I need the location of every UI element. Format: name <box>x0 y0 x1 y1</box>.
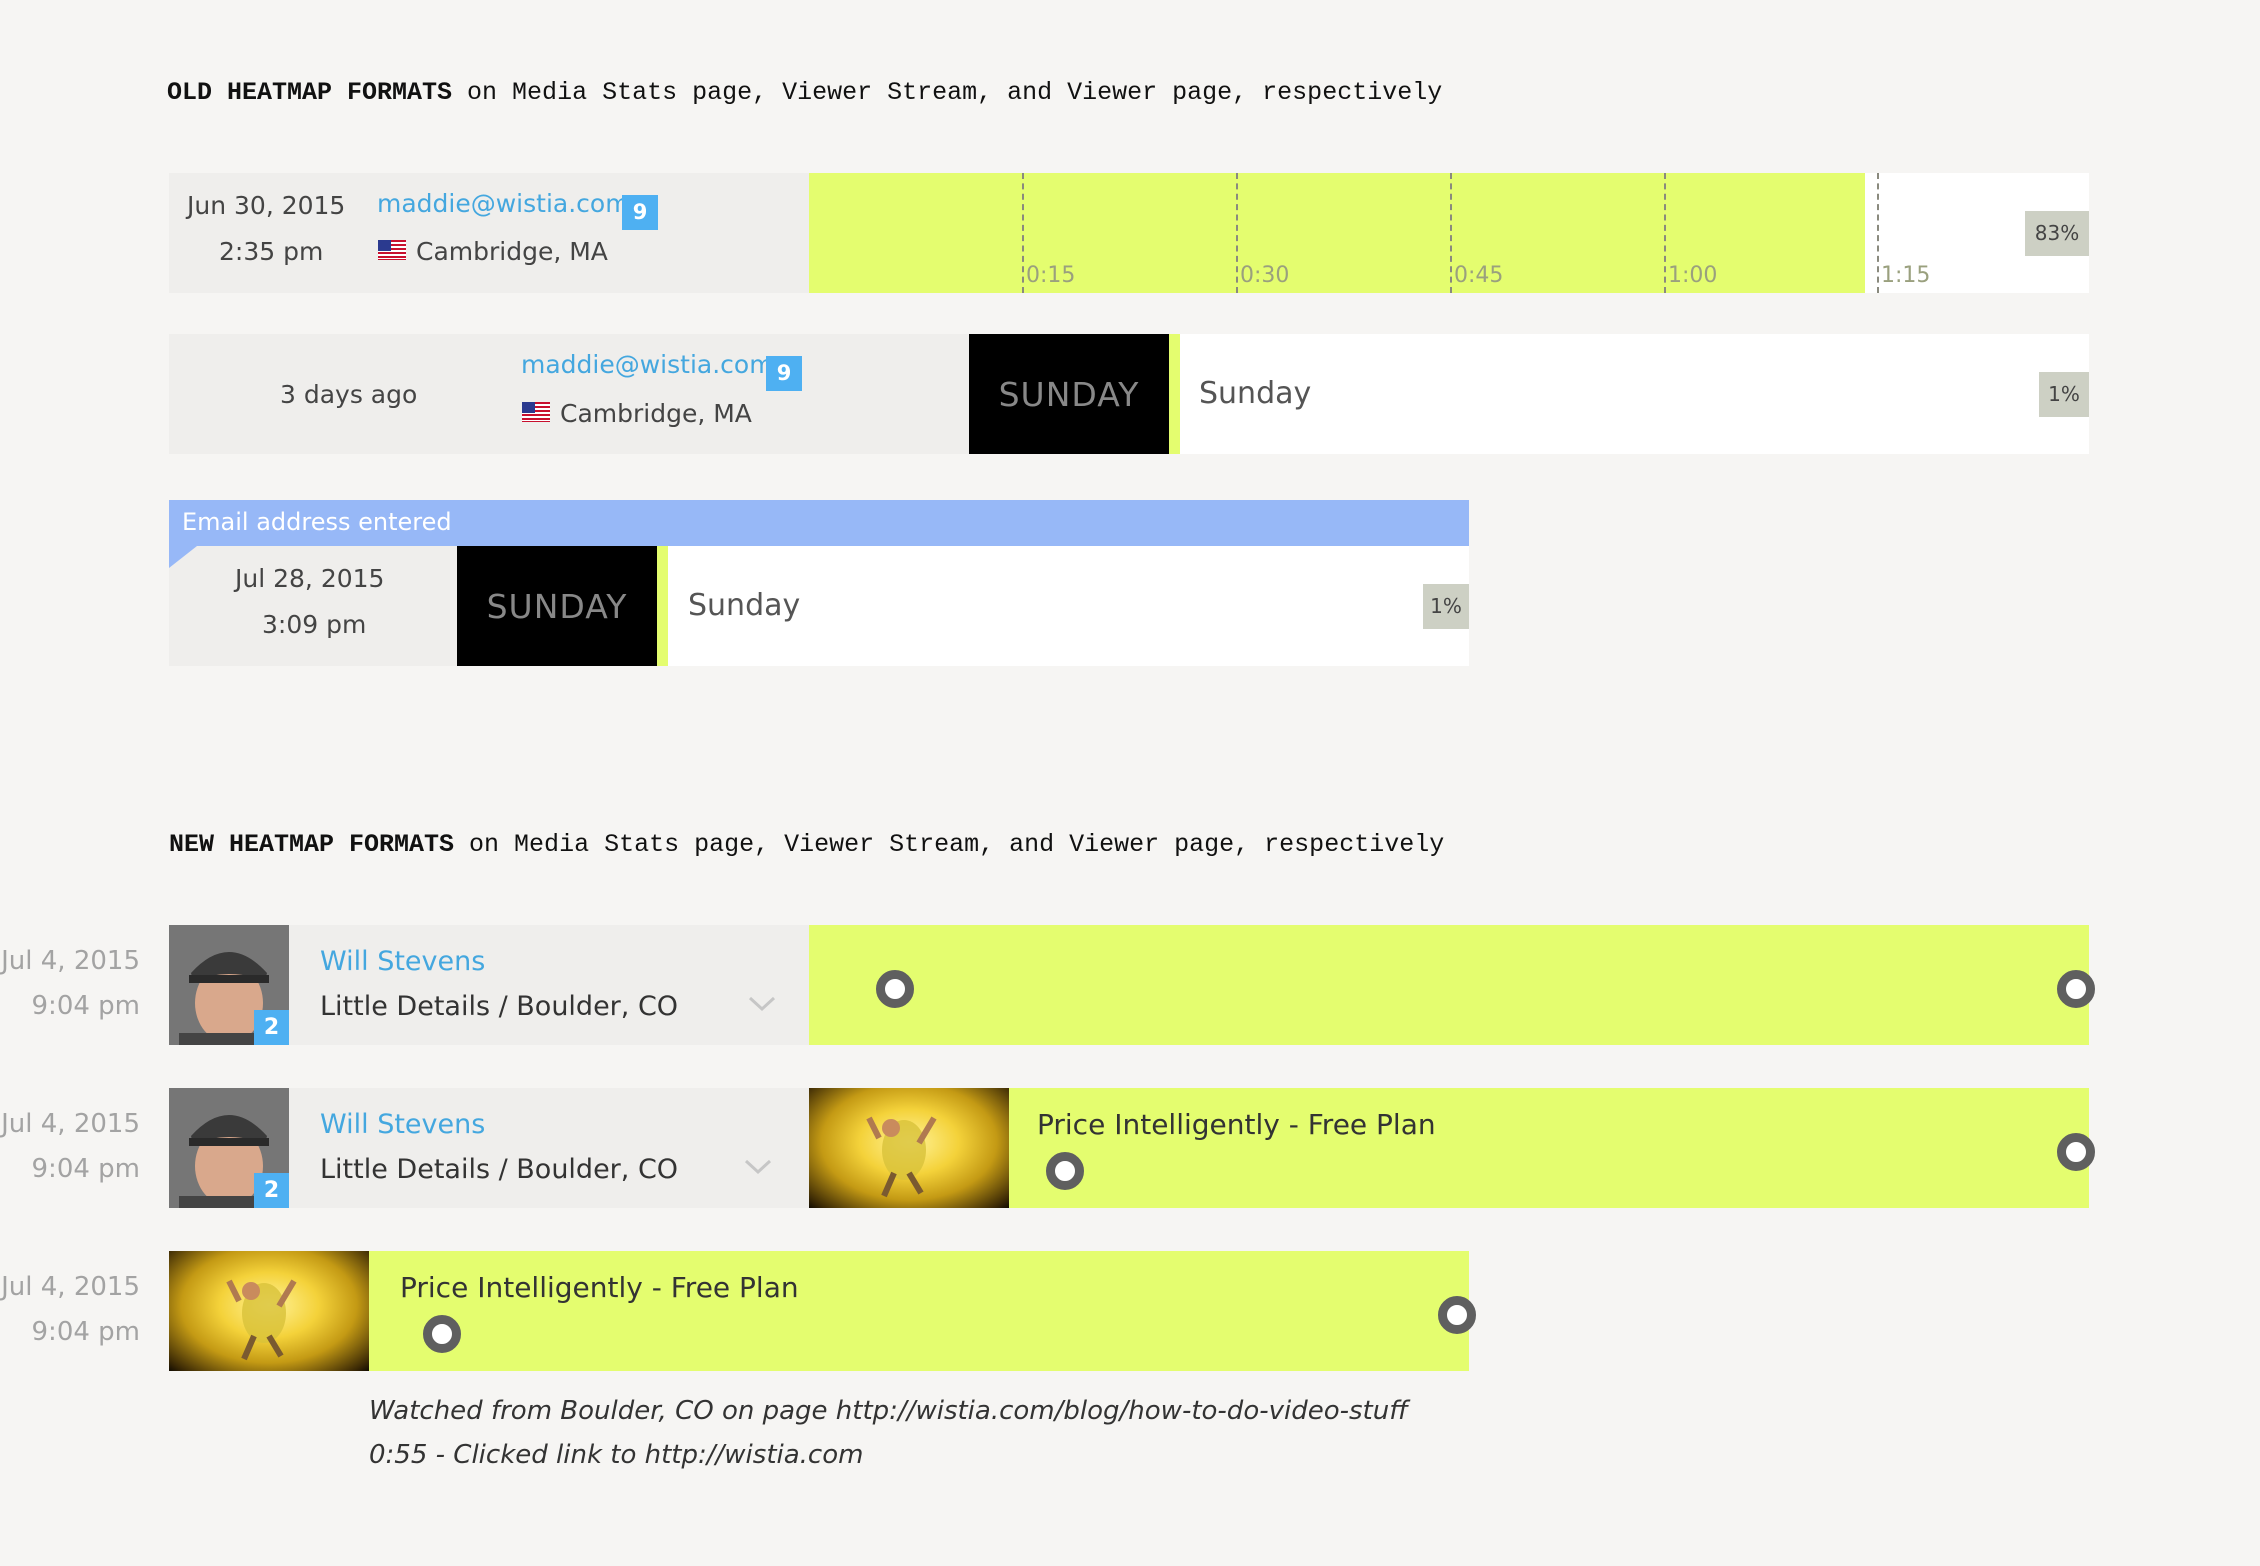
viewer-location: Cambridge, MA <box>416 237 608 266</box>
view-date: Jul 28, 2015 <box>235 564 385 593</box>
event-banner-label: Email address entered <box>182 508 452 536</box>
video-thumbnail[interactable]: SUNDAY <box>457 546 657 666</box>
view-date: Jul 4, 2015 <box>1 1109 140 1139</box>
percent-watched-badge: 83% <box>2025 211 2089 256</box>
new-viewer-page-row[interactable]: Price Intelligently - Free Plan <box>169 1251 1476 1371</box>
view-time: 9:04 pm <box>31 991 140 1021</box>
new-heading-rest: on Media Stats page, Viewer Stream, and … <box>454 830 1445 859</box>
tick-label: 0:15 <box>1026 263 1076 288</box>
viewer-info-panel <box>289 925 809 1045</box>
timeline-tick <box>1664 173 1666 293</box>
chevron-down-icon[interactable] <box>747 987 777 1022</box>
marker-dot-icon[interactable] <box>1438 1296 1476 1334</box>
viewer-name-link[interactable]: Will Stevens <box>320 1109 485 1140</box>
old-viewer-page-row[interactable]: Email address entered Jul 28, 2015 3:09 … <box>169 500 1469 666</box>
old-heading-rest: on Media Stats page, Viewer Stream, and … <box>452 78 1443 107</box>
timeline-tick <box>1236 173 1238 293</box>
timeline-tick <box>1022 173 1024 293</box>
viewer-subtitle: Little Details / Boulder, CO <box>320 1154 679 1185</box>
us-flag-icon <box>378 240 406 260</box>
view-count-badge: 9 <box>766 356 802 391</box>
heatmap-watched-fill <box>1009 1088 2089 1208</box>
viewer-name-link[interactable]: Will Stevens <box>320 946 485 977</box>
percent-watched-badge: 1% <box>1423 584 1469 629</box>
view-time: 9:04 pm <box>31 1154 140 1184</box>
tick-label: 1:15 <box>1881 263 1931 288</box>
marker-dot-icon[interactable] <box>1046 1152 1084 1190</box>
timeline-tick <box>1877 173 1879 293</box>
viewer-location: Cambridge, MA <box>560 399 752 428</box>
view-date: Jul 4, 2015 <box>1 946 140 976</box>
marker-dot-icon[interactable] <box>876 970 914 1008</box>
chevron-down-icon[interactable] <box>743 1150 773 1185</box>
view-count-badge: 9 <box>622 195 658 230</box>
viewer-email-link[interactable]: maddie@wistia.com <box>521 350 774 379</box>
view-date: Jul 4, 2015 <box>1 1272 140 1302</box>
viewer-email-link[interactable]: maddie@wistia.com <box>377 189 630 218</box>
view-count-badge: 2 <box>254 1173 289 1208</box>
video-title[interactable]: Price Intelligently - Free Plan <box>400 1271 799 1304</box>
new-heading: NEW HEATMAP FORMATS on Media Stats page,… <box>169 830 1444 859</box>
new-media-stats-row[interactable]: 2 Will Stevens Little Details / Boulder,… <box>169 925 2095 1045</box>
us-flag-icon <box>522 402 550 422</box>
viewer-info-panel <box>289 1088 809 1208</box>
video-title[interactable]: Price Intelligently - Free Plan <box>1037 1108 1436 1141</box>
old-media-stats-row[interactable]: Jun 30, 2015 2:35 pm maddie@wistia.com 9… <box>169 173 2089 293</box>
video-title[interactable]: Sunday <box>688 588 800 623</box>
tick-label: 0:45 <box>1454 263 1504 288</box>
view-time: 3:09 pm <box>262 610 367 639</box>
view-date: Jun 30, 2015 <box>187 191 346 220</box>
watch-detail-line: Watched from Boulder, CO on page http://… <box>369 1396 1408 1426</box>
heatmap-watched-fill <box>657 546 668 666</box>
banner-corner <box>169 546 197 568</box>
video-thumbnail[interactable]: SUNDAY <box>969 334 1169 454</box>
marker-dot-icon[interactable] <box>2057 1133 2095 1171</box>
timeline-tick <box>1450 173 1452 293</box>
marker-dot-icon[interactable] <box>2057 970 2095 1008</box>
heatmap-watched-fill <box>809 925 2089 1045</box>
old-viewer-stream-row[interactable]: 3 days ago maddie@wistia.com 9 Cambridge… <box>169 334 2089 454</box>
viewer-subtitle: Little Details / Boulder, CO <box>320 991 679 1022</box>
heatmap-watched-fill <box>369 1251 1469 1371</box>
tick-label: 0:30 <box>1240 263 1290 288</box>
new-viewer-stream-row[interactable]: 2 Will Stevens Little Details / Boulder,… <box>169 1088 2095 1208</box>
new-heading-bold: NEW HEATMAP FORMATS <box>169 830 455 859</box>
old-heading-bold: OLD HEATMAP FORMATS <box>167 78 453 107</box>
watch-event-line: 0:55 - Clicked link to http://wistia.com <box>369 1440 864 1470</box>
old-heading: OLD HEATMAP FORMATS on Media Stats page,… <box>167 78 1442 107</box>
video-thumbnail[interactable] <box>809 1088 1009 1208</box>
view-time: 9:04 pm <box>31 1317 140 1347</box>
view-relative-time: 3 days ago <box>280 380 418 409</box>
view-count-badge: 2 <box>254 1010 289 1045</box>
view-time: 2:35 pm <box>219 237 324 266</box>
percent-watched-badge: 1% <box>2039 372 2089 417</box>
video-thumbnail[interactable] <box>169 1251 369 1371</box>
marker-dot-icon[interactable] <box>423 1315 461 1353</box>
video-title[interactable]: Sunday <box>1199 376 1311 411</box>
heatmap-watched-fill <box>1169 334 1180 454</box>
tick-label: 1:00 <box>1668 263 1718 288</box>
